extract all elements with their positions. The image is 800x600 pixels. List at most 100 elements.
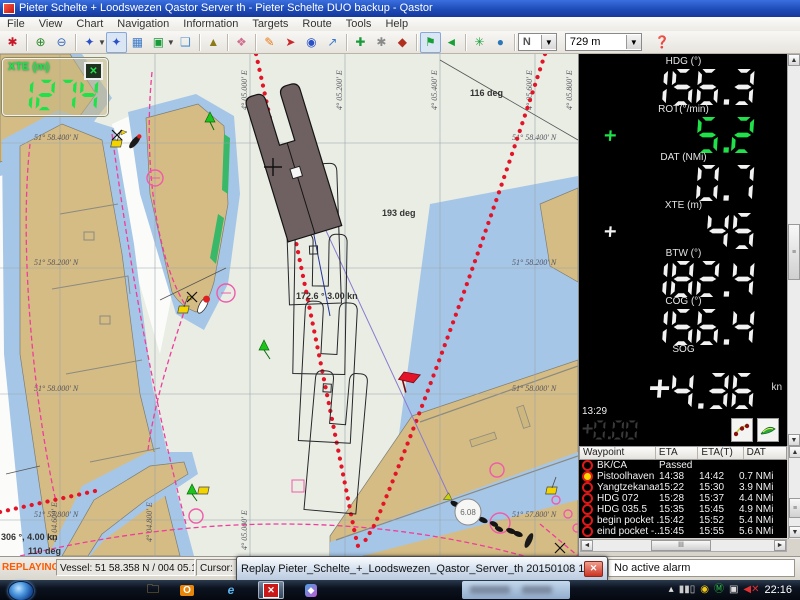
hail-tool-icon[interactable]: ◄ [441, 32, 462, 53]
wp-col-etat[interactable]: ETA(T) [698, 447, 743, 459]
add-waypoint-icon[interactable]: ✚ [350, 32, 371, 53]
waypoint-dat: 4.4 NMi [739, 493, 783, 504]
wp-scroll-right-icon[interactable]: ► [774, 540, 786, 551]
replay-window[interactable]: Replay Pieter_Schelte_+_Loodswezen_Qasto… [236, 556, 608, 581]
full-extent-icon[interactable]: ▦ [127, 32, 148, 53]
draw-route-icon[interactable]: ✎ [259, 32, 280, 53]
wp-col-dat[interactable]: DAT [744, 447, 786, 459]
orientation-select[interactable]: N ▼ [518, 33, 557, 51]
new-window-icon[interactable]: ❑ [175, 32, 196, 53]
waypoint-hscrollbar[interactable]: ◄ ‖‖ ► [580, 539, 787, 552]
taskbar-clock[interactable]: 22:16 [764, 584, 796, 596]
photo-notes-icon[interactable]: ❖ [231, 32, 252, 53]
volume-muted-icon[interactable]: ◀✕ [743, 585, 759, 595]
outlook-taskbar-icon[interactable]: O [174, 581, 200, 599]
btw-label: BTW (°) [579, 248, 788, 260]
waypoint-etat: 15:52 [699, 515, 739, 526]
panel-scroll-down-icon[interactable]: ▼ [788, 434, 800, 446]
waypoint-dat: 0.7 NMi [739, 471, 783, 482]
zoom-out-icon[interactable]: ⊖ [51, 32, 72, 53]
explorer-taskbar-icon[interactable]: 🗀 [140, 581, 166, 599]
dat-label: DAT (NMi) [579, 152, 788, 164]
waypoint-eta: Passed [659, 460, 699, 471]
tray-expand-icon[interactable]: ▴ [669, 585, 674, 595]
waypoint-row[interactable]: eind pocket -... 15:45 15:55 5.6 NMi [579, 526, 787, 537]
route-monitor-button[interactable] [731, 418, 753, 442]
help-icon[interactable]: ❓ [652, 32, 673, 53]
cog-label: COG (°) [579, 296, 788, 308]
menu-information[interactable]: Information [176, 18, 245, 30]
wp-scroll-left-icon[interactable]: ◄ [581, 540, 593, 551]
menu-targets[interactable]: Targets [245, 18, 295, 30]
zoom-in-icon[interactable]: ⊕ [30, 32, 51, 53]
blurred-taskbar-button[interactable] [462, 581, 570, 599]
taskbar: 🗀 O e ✕ ◆ ▴ ▮▮▯ ◉ Ⓜ ▣ ◀✕ 22:16 [0, 580, 800, 600]
network-signal-icon[interactable]: ▮▮▯ [679, 585, 696, 595]
menu-help[interactable]: Help [378, 18, 415, 30]
pan-mode-icon[interactable]: ✦ [79, 32, 100, 53]
waypoint-row[interactable]: HDG 072 15:28 15:37 4.4 NMi [579, 493, 787, 504]
follow-ship-icon[interactable]: ✦ [106, 32, 127, 53]
wp-scroll-down-icon[interactable]: ▼ [789, 526, 800, 538]
bearing-tool-icon[interactable]: ↗ [322, 32, 343, 53]
xte-overlay-window[interactable]: XTE (m) ✕ [2, 58, 108, 116]
wp-vscroll-thumb[interactable]: ≡ [789, 498, 800, 518]
start-button[interactable] [8, 581, 34, 600]
buoy-info-icon[interactable]: ▲ [203, 32, 224, 53]
app-taskbar-icon[interactable]: ◆ [298, 581, 324, 599]
waypoint-eta: 15:28 [659, 493, 699, 504]
chart-area-icon[interactable]: ▣ [148, 32, 169, 53]
show-targets-icon[interactable]: ⚑ [420, 32, 441, 53]
btw-value [646, 260, 758, 299]
waypoint-vscrollbar[interactable]: ▲ ≡ ▼ [788, 446, 800, 539]
chart-area-dropdown[interactable]: ▼ [167, 38, 175, 47]
waypoint-row[interactable]: HDG 035.5 15:35 15:45 4.9 NMi [579, 504, 787, 515]
waypoint-etat: 15:55 [699, 526, 739, 537]
menu-view[interactable]: View [32, 18, 70, 30]
waypoint-eta: 15:45 [659, 526, 699, 537]
waypoint-row[interactable]: Pistoolhaven 14:38 14:42 0.7 NMi [579, 471, 787, 482]
panel-scroll-up-icon[interactable]: ▲ [788, 54, 800, 66]
panel-scrollbar[interactable]: ▲ ≡ ▼ [787, 54, 800, 446]
xte-overlay-close-icon[interactable]: ✕ [84, 62, 103, 80]
security-shield-icon[interactable]: ◉ [700, 585, 709, 595]
panel-scroll-thumb[interactable]: ≡ [788, 224, 800, 280]
wp-col-waypoint[interactable]: Waypoint [580, 447, 656, 459]
waypoint-header-row[interactable]: Waypoint ETA ETA(T) DAT [579, 446, 787, 460]
menu-chart[interactable]: Chart [69, 18, 110, 30]
replay-window-close-icon[interactable]: ✕ [584, 561, 603, 577]
svg-text:4° 05.000' E: 4° 05.000' E [240, 510, 249, 550]
waypoint-panel: Waypoint ETA ETA(T) DAT BK/CA Passed Pis… [579, 446, 800, 556]
waypoint-row[interactable]: begin pocket ... 15:42 15:52 5.4 NMi [579, 515, 787, 526]
route-compass-icon[interactable]: ✱ [2, 32, 23, 53]
center-target-icon[interactable]: ◉ [301, 32, 322, 53]
svg-text:51° 58.000' N: 51° 58.000' N [512, 384, 557, 393]
menu-tools[interactable]: Tools [339, 18, 379, 30]
wp-hscroll-thumb[interactable]: ‖‖ [651, 540, 711, 551]
waypoint-row[interactable]: BK/CA Passed [579, 460, 787, 471]
route-undo-icon[interactable]: ◆ [392, 32, 413, 53]
waypoint-dat: 3.9 NMi [739, 482, 783, 493]
title-bar[interactable]: Pieter Schelte + Loodswezen Qastor Serve… [0, 0, 800, 17]
wp-scroll-up-icon[interactable]: ▲ [789, 446, 800, 458]
display-icon[interactable]: ▣ [729, 585, 738, 595]
chart-canvas[interactable]: 51° 58.400' N 51° 58.200' N 51° 58.000' … [0, 54, 578, 556]
scale-select[interactable]: 729 m ▼ [565, 33, 642, 51]
yellow-buoy [198, 487, 209, 494]
world-chart-icon[interactable]: ● [490, 32, 511, 53]
hdg-label: HDG (°) [579, 56, 788, 68]
menu-file[interactable]: File [0, 18, 32, 30]
waypoint-row[interactable]: Yangtzekanaal 15:22 15:30 3.9 NMi [579, 482, 787, 493]
messenger-icon[interactable]: Ⓜ [714, 585, 724, 595]
route-edit-button[interactable] [757, 418, 779, 442]
pin-tool-icon[interactable]: ➤ [280, 32, 301, 53]
settings-gears-icon[interactable]: ✱ [371, 32, 392, 53]
menu-navigation[interactable]: Navigation [110, 18, 176, 30]
menu-route[interactable]: Route [295, 18, 338, 30]
radar-icon[interactable]: ✳ [469, 32, 490, 53]
pan-mode-dropdown[interactable]: ▼ [98, 38, 106, 47]
qastor-taskbar-icon[interactable]: ✕ [258, 581, 284, 599]
wp-col-eta[interactable]: ETA [656, 447, 698, 459]
ie-taskbar-icon[interactable]: e [218, 581, 244, 599]
waypoint-list: BK/CA Passed Pistoolhaven 14:38 14:42 0.… [579, 460, 787, 538]
